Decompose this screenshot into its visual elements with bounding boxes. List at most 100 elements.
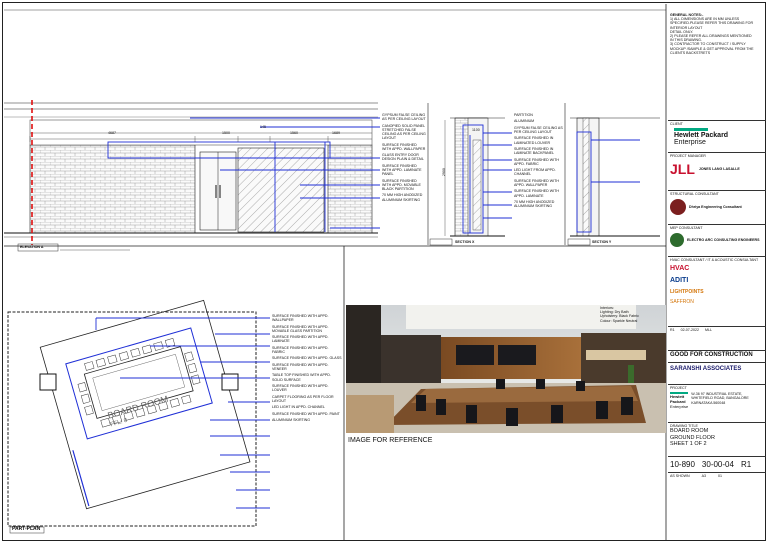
drawing-number: 10-890 xyxy=(670,460,695,469)
pm-name: JONES LANG LASALLE xyxy=(698,167,740,172)
section-x-note: 70 MM HIGH ANODIZED ALUMINIUM SKIRTING xyxy=(514,199,555,209)
reference-caption: IMAGE FOR REFERENCE xyxy=(348,437,433,444)
plan-note: SURFACE FINISHED WITH APPD. FABRIC xyxy=(272,345,329,354)
elevation-a xyxy=(4,100,380,252)
status-badge: GOOD FOR CONSTRUCTION xyxy=(668,350,766,362)
hvac-label: HVAC CONSULTANT / IT & ACOUSTIC CONSULTA… xyxy=(670,258,759,262)
elevation-note: SURFACE FINISHED WITH APPD. WALLPAPER xyxy=(382,142,426,151)
mep-name: ELECTRO ARC CONSULTING ENGINEERS xyxy=(687,238,760,243)
architect-logo: SARANSHI ASSOCIATES xyxy=(668,362,766,384)
plan-note: CARPET FLOORING AS PER FLOOR LAYOUT xyxy=(272,394,334,403)
rev-by: MLL xyxy=(705,328,712,332)
section-x-height: 2900 xyxy=(441,168,446,177)
revision-table: R1 02-07-2022 MLL xyxy=(668,326,766,350)
plan-note: TABLE TOP FINISHED WITH APPD. SOLID SURF… xyxy=(272,373,331,382)
client-name-line2: Enterprise xyxy=(674,139,706,147)
plan-note: SURFACE FINISHED WITH APPD. VENEER xyxy=(272,362,329,371)
elevation-note: GYPSUM FALSE CEILING AS PER CEILING LAYO… xyxy=(382,113,426,122)
plan-note: SURFACE FINISHED WITH APPD. MOVABLE GLAS… xyxy=(272,324,329,333)
mep-label: MEP CONSULTANT xyxy=(670,226,703,230)
pm-label: PROJECT MANAGER xyxy=(670,154,706,158)
elevation-note: 70 MM HIGH ANODIZED ALUMINIUM SKIRTING xyxy=(382,193,423,202)
structural-logo-icon xyxy=(670,199,686,216)
general-note-line: SPECIFIED.PLEASE REFER THIS DRAWING FOR xyxy=(670,21,754,26)
project-section: PROJECT Hewlett Packard Enterprise W-36 … xyxy=(668,384,766,422)
elevation-note: CANOPIED SOLID PANEL STRETCHED FALSE CEI… xyxy=(382,123,426,141)
structural-label: STRUCTURAL CONSULTANT xyxy=(670,192,719,196)
elevation-note: SURFACE FINISHED WITH APPD. MOVABLE BLAC… xyxy=(382,178,421,191)
reference-render-image xyxy=(346,305,666,433)
elevation-note: GLASS ENTRY DOOR DESIGN PLAIN & DETAIL xyxy=(382,153,424,162)
size-value: A3 xyxy=(701,474,706,478)
project-label: PROJECT xyxy=(670,386,687,390)
section-x-note: SURFACE FINISHED IN LAMINATED LOUVER xyxy=(514,136,554,145)
section-x-note: ALUMINIUM xyxy=(514,119,535,124)
scale-row: AS SHOWN A3 01 xyxy=(668,472,766,482)
jll-logo: JLL xyxy=(670,161,695,178)
elevation-title: ELEVATION A xyxy=(20,245,44,249)
plan-note: ALUMINIUM SKIRTING xyxy=(272,417,311,422)
section-x-note: PARTITION xyxy=(514,113,533,117)
section-x-top-dim: 1100 xyxy=(472,128,480,132)
rev-date: 02-07-2022 xyxy=(680,328,699,332)
render-illustration xyxy=(346,305,666,433)
client-short-line2: Enterprise xyxy=(670,404,689,410)
elevation-note: SURFACE FINISHED WITH APPD. LAMINATE PAN… xyxy=(382,163,422,177)
section-x-note: SURFACE FINISHED WITH APPD. WALLPAPER xyxy=(514,178,559,187)
client-name: Hewlett Packard xyxy=(674,132,729,140)
saffron-logo: SAFFRON xyxy=(670,299,694,306)
drawing-canvas xyxy=(4,4,667,541)
plan-notes: SURFACE FINISHED WITH APPD. WALLPAPER SU… xyxy=(272,314,342,424)
drawing-date: 30-00-04 xyxy=(701,460,734,469)
section-y xyxy=(564,103,660,246)
section-x-notes: PARTITION ALUMINIUM GYPSUM FALSE CEILING… xyxy=(514,113,564,211)
section-x-note: SURFACE FINISHED WITH APPD. FABRIC xyxy=(514,157,559,166)
drawing-number-row: 10-890 30-00-04 R1 xyxy=(668,456,766,472)
dim-label: 1500 xyxy=(222,131,230,135)
dim-label: 145 xyxy=(260,125,266,129)
structural-section: STRUCTURAL CONSULTANT Dhriya Engineering… xyxy=(668,190,766,224)
consultants-section: HVAC CONSULTANT / IT & ACOUSTIC CONSULTA… xyxy=(668,256,766,326)
title-block: CLIENT Hewlett Packard Enterprise PROJEC… xyxy=(668,120,766,541)
aditi-logo: ADITI xyxy=(670,277,689,285)
reference-note: Colour: Sparkle Neutral xyxy=(600,318,638,323)
plan-title: PART-PLAN xyxy=(12,526,41,532)
scale-value: AS SHOWN xyxy=(670,474,690,478)
plan-note: SURFACE FINISHED WITH APPD. GLASS xyxy=(272,356,342,361)
pm-section: PROJECT MANAGER JLL JONES LANG LASALLE xyxy=(668,152,766,190)
dim-label: 1560 xyxy=(290,131,298,135)
drawing-title-section: DRAWING TITLE BOARD ROOM GROUND FLOOR SH… xyxy=(668,422,766,456)
dim-label: 4687 xyxy=(108,131,116,135)
structural-name: Dhriya Engineering Consultant xyxy=(689,205,742,210)
hpe-logo-bar xyxy=(674,128,708,132)
project-address: W-36 97 INDUSTRIAL ESTATE, WHITEFIELD RO… xyxy=(691,392,749,405)
section-x-note: GYPSUM FALSE CEILING AS PER CEILING LAYO… xyxy=(514,125,563,134)
hvac-logo: HVAC xyxy=(670,265,690,273)
mep-logo-icon xyxy=(670,233,684,248)
section-x xyxy=(427,103,512,246)
lightpoints-logo: LIGHTPOINTS xyxy=(670,289,704,296)
mep-section: MEP CONSULTANT ELECTRO ARC CONSULTING EN… xyxy=(668,224,766,256)
client-section: CLIENT Hewlett Packard Enterprise xyxy=(668,120,766,152)
rev-id: R1 xyxy=(670,328,675,332)
plan-note: SURFACE FINISHED WITH APPD. PAINT xyxy=(272,411,340,416)
client-label: CLIENT xyxy=(670,122,683,126)
section-x-note: SURFACE FINISHED IN LAMINATE BACKPANEL xyxy=(514,146,555,156)
client-short: Hewlett Packard xyxy=(670,394,686,405)
general-note-line: CLIENTS BACKSTRETS xyxy=(670,50,711,55)
section-y-title: SECTION Y xyxy=(592,240,612,244)
section-x-note: LED LIGHT FROM APPD. CHANNEL xyxy=(514,168,556,177)
plan-note: LED LIGHT IN APPD. CHANNEL xyxy=(272,405,325,410)
section-x-note: SURFACE FINISHED WITH APPD. LAMINATE xyxy=(514,189,559,198)
general-notes: GENERAL NOTES:- 1) ALL DIMENSIONS ARE IN… xyxy=(670,13,764,55)
plan-note: SURFACE FINISHED WITH APPD. WALLPAPER xyxy=(272,314,329,323)
sheet-value: 01 xyxy=(717,474,722,478)
plan-note: SURFACE FINISHED WITH APPD. LAMINATE xyxy=(272,335,329,344)
section-x-title: SECTION X xyxy=(455,240,475,244)
plan-note: SURFACE FINISHED WITH APPD. LOUVER xyxy=(272,383,329,393)
elevation-notes: GYPSUM FALSE CEILING AS PER CEILING LAYO… xyxy=(382,113,426,204)
drawing-revision: R1 xyxy=(740,460,752,469)
reference-notes: Interiors: Lighting: Dry Bath Upholstery… xyxy=(600,306,664,323)
drawing-title-line3: SHEET 1 OF 2 xyxy=(670,441,707,448)
dim-label: 1689 xyxy=(332,131,340,135)
